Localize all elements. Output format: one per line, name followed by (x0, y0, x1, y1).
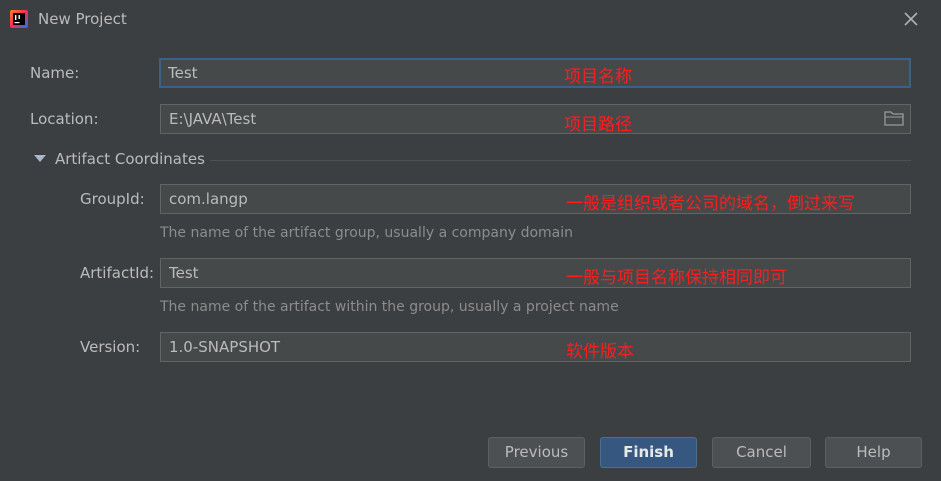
groupid-hint: The name of the artifact group, usually … (160, 225, 573, 241)
folder-icon[interactable] (884, 110, 904, 126)
name-input[interactable] (159, 58, 911, 88)
groupid-annotation: 一般是组织或者公司的域名，倒过来写 (566, 194, 855, 214)
artifactid-hint: The name of the artifact within the grou… (160, 299, 619, 315)
artifactid-input[interactable] (160, 258, 911, 288)
window-title: New Project (38, 10, 127, 28)
previous-button[interactable]: Previous (488, 437, 585, 468)
finish-button[interactable]: Finish (600, 437, 697, 468)
name-label: Name: (30, 64, 80, 82)
section-title[interactable]: Artifact Coordinates (55, 150, 205, 168)
version-annotation: 软件版本 (566, 342, 634, 362)
help-button[interactable]: Help (825, 437, 922, 468)
version-label: Version: (80, 338, 141, 356)
section-divider (210, 160, 911, 161)
artifactid-annotation: 一般与项目名称保持相同即可 (566, 268, 787, 288)
artifactid-label: ArtifactId: (80, 264, 155, 282)
location-label: Location: (30, 110, 99, 128)
close-icon[interactable] (902, 10, 920, 28)
groupid-label: GroupId: (80, 190, 145, 208)
version-input[interactable] (160, 332, 911, 362)
title-bar: New Project (0, 0, 941, 38)
cancel-button[interactable]: Cancel (712, 437, 811, 468)
location-input[interactable] (160, 104, 911, 134)
artifact-coordinates-section: Artifact Coordinates (34, 150, 911, 170)
name-annotation: 项目名称 (564, 67, 632, 87)
intellij-idea-icon (10, 10, 28, 28)
triangle-down-icon[interactable] (34, 155, 46, 162)
location-annotation: 项目路径 (564, 115, 632, 135)
